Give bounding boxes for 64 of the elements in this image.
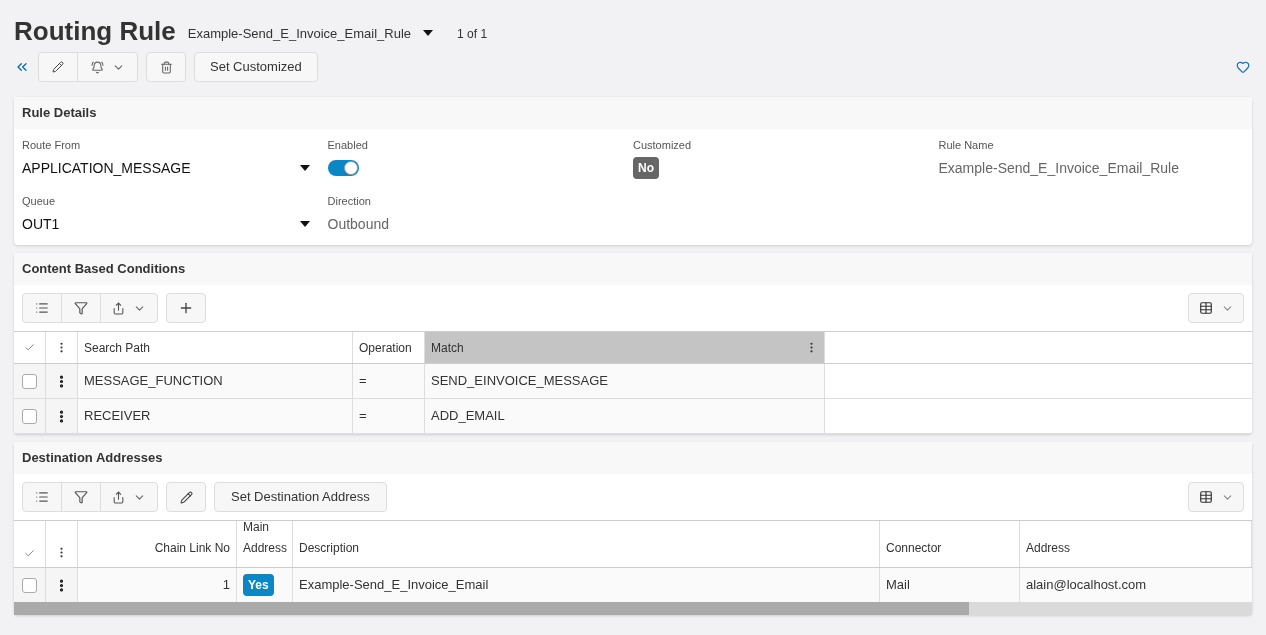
horizontal-scrollbar[interactable]: [14, 602, 1252, 615]
column-header[interactable]: Search Path: [78, 332, 353, 363]
pencil-icon: [179, 490, 193, 504]
favorite-button[interactable]: [1236, 60, 1250, 74]
page-title: Routing Rule: [14, 18, 176, 44]
table-icon: [1198, 301, 1213, 315]
select-field[interactable]: APPLICATION_MESSAGE: [22, 156, 314, 180]
set-destination-address-button[interactable]: Set Destination Address: [214, 482, 387, 512]
row-checkbox[interactable]: [22, 577, 37, 593]
record-count: 1 of 1: [457, 26, 488, 43]
set-customized-button[interactable]: Set Customized: [194, 52, 318, 82]
field-label: Route From: [22, 138, 82, 153]
column-header[interactable]: Description: [293, 521, 880, 567]
table-cell: =: [353, 399, 425, 433]
column-header[interactable]: Connector: [880, 521, 1020, 567]
column-header[interactable]: Main Address: [237, 521, 293, 567]
panel-title: Rule Details: [22, 104, 97, 123]
caret-icon: [300, 221, 310, 227]
status-badge: No: [633, 157, 659, 179]
table-icon: [1198, 490, 1213, 504]
delete-button[interactable]: [146, 52, 186, 82]
table-cell: ADD_EMAIL: [425, 399, 825, 433]
table-view-button[interactable]: [1188, 293, 1244, 323]
heart-icon: [1236, 60, 1250, 74]
field-value: Example-Send_E_Invoice_Email_Rule: [938, 158, 1179, 178]
list-icon: [35, 490, 49, 504]
list-icon: [35, 301, 49, 315]
select-all-icon: [24, 548, 35, 559]
field-label: Queue: [22, 194, 57, 209]
caret-icon: [300, 165, 310, 171]
column-header[interactable]: Address: [1020, 521, 1252, 567]
row-checkbox[interactable]: [22, 373, 37, 389]
pencil-icon: [52, 61, 64, 73]
panel-title: Content Based Conditions: [22, 260, 186, 279]
select-all-icon: [24, 342, 35, 353]
caret-icon: [423, 30, 434, 37]
field-label: Rule Name: [938, 138, 995, 153]
trash-icon: [159, 60, 173, 74]
record-selector[interactable]: Example-Send_E_Invoice_Email_Rule: [187, 23, 434, 43]
edit-button[interactable]: [166, 482, 206, 512]
add-button[interactable]: [166, 293, 206, 323]
export-icon: [112, 490, 125, 504]
filter-icon: [74, 301, 88, 315]
field-label: Customized: [633, 138, 693, 153]
column-header[interactable]: Match: [425, 332, 825, 363]
table-cell: MESSAGE_FUNCTION: [78, 364, 353, 398]
table-view-button[interactable]: [1188, 482, 1244, 512]
column-header[interactable]: Chain Link No: [78, 521, 237, 567]
select-field[interactable]: OUT1: [22, 212, 314, 236]
toggle-switch[interactable]: [327, 160, 359, 176]
panel-title: Destination Addresses: [22, 449, 163, 468]
filter-icon: [74, 490, 88, 504]
plus-icon: [178, 300, 194, 316]
field-label: Direction: [327, 194, 372, 209]
export-icon: [112, 301, 125, 315]
field-label: Enabled: [327, 138, 369, 153]
table-cell: RECEIVER: [78, 399, 353, 433]
table-cell-text: alain@localhost.com: [1025, 576, 1148, 595]
status-badge: Yes: [243, 574, 274, 596]
table-cell: =: [353, 364, 425, 398]
field-value: Outbound: [327, 214, 389, 234]
bell-icon: [90, 60, 104, 74]
table-cell: SEND_EINVOICE_MESSAGE: [425, 364, 825, 398]
row-checkbox[interactable]: [22, 408, 37, 424]
